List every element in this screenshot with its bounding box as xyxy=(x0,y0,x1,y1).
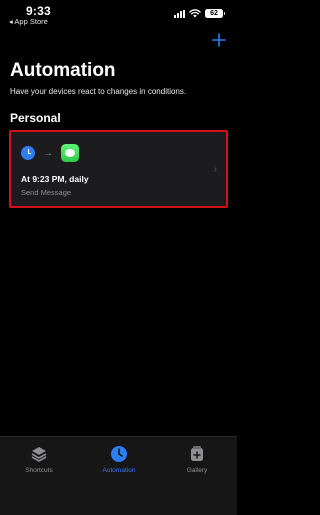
tab-shortcuts[interactable]: Shortcuts xyxy=(4,445,74,474)
tab-automation[interactable]: Automation xyxy=(84,445,154,474)
automation-icon xyxy=(111,446,127,462)
clock-icon xyxy=(21,146,35,160)
automation-icon-row: → xyxy=(21,144,79,162)
arrow-right-icon: → xyxy=(43,147,53,159)
battery-icon: 62 xyxy=(205,9,225,18)
automation-title: At 9:23 PM, daily xyxy=(21,174,89,184)
tab-bar: Shortcuts Automation Gallery xyxy=(0,436,237,515)
back-to-app-store-link[interactable]: ◂ App Store xyxy=(9,17,48,26)
automation-action: Send Message xyxy=(21,188,72,197)
page-subtitle: Have your devices react to changes in co… xyxy=(10,87,187,96)
tab-shortcuts-label: Shortcuts xyxy=(25,467,53,474)
status-icons: 62 xyxy=(174,9,225,18)
chevron-right-icon: › xyxy=(213,164,217,175)
messages-icon xyxy=(61,144,79,162)
tab-gallery-label: Gallery xyxy=(186,467,208,474)
status-time: 9:33 xyxy=(26,4,51,18)
shortcuts-icon xyxy=(31,447,47,462)
automation-card[interactable]: → At 9:23 PM, daily Send Message › xyxy=(9,130,228,208)
add-automation-button[interactable] xyxy=(212,33,226,47)
signal-icon xyxy=(174,9,185,18)
wifi-icon xyxy=(189,9,201,18)
tab-automation-label: Automation xyxy=(102,467,136,474)
section-title-personal: Personal xyxy=(10,111,61,125)
tab-gallery[interactable]: Gallery xyxy=(162,445,232,474)
gallery-icon xyxy=(191,446,203,461)
page-title: Automation xyxy=(10,60,116,81)
status-bar: 9:33 ◂ App Store 62 xyxy=(0,0,237,30)
